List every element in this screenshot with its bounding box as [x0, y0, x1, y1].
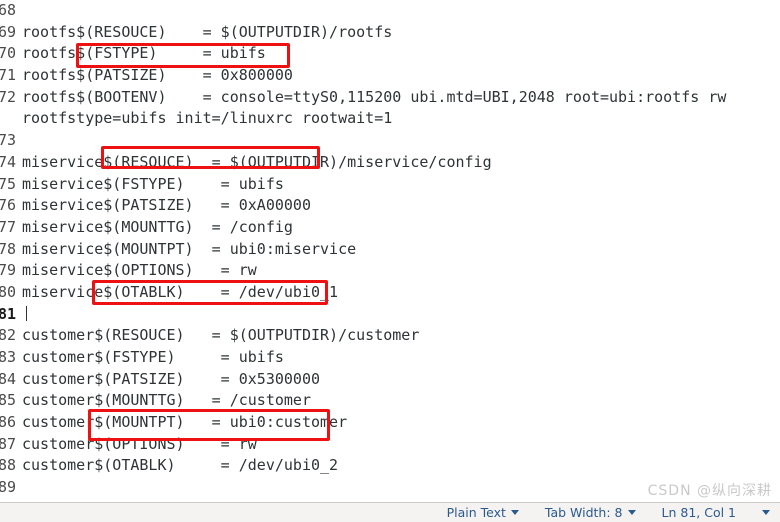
- code-line-text: rootfstype=ubifs init=/linuxrc rootwait=…: [22, 109, 393, 128]
- code-line[interactable]: 73: [0, 130, 780, 152]
- code-line-text: customer$(MOUNTPT) = ubi0:customer: [22, 413, 348, 432]
- code-line-text: miservice$(OPTIONS) = rw: [22, 261, 257, 280]
- code-line[interactable]: 68: [0, 0, 780, 22]
- code-line-list: 68 69 rootfs$(RESOUCE) = $(OUTPUTDIR)/root…: [0, 0, 780, 502]
- code-line[interactable]: 85 customer$(MOUNTTG) = /customer: [0, 390, 780, 412]
- code-line-text: miservice$(PATSIZE) = 0xA00000: [22, 196, 311, 215]
- code-line[interactable]: 70 rootfs$(FSTYPE) = ubifs: [0, 43, 780, 65]
- tab-width-selector[interactable]: Tab Width: 8: [545, 505, 636, 520]
- code-line[interactable]: rootfstype=ubifs init=/linuxrc rootwait=…: [0, 108, 780, 130]
- line-number: 86: [0, 413, 16, 432]
- code-line[interactable]: 87 customer$(OPTIONS) = rw: [0, 434, 780, 456]
- code-line-text: customer$(RESOUCE) = $(OUTPUTDIR)/custom…: [22, 326, 420, 345]
- status-bar: Plain Text Tab Width: 8 Ln 81, Col 1: [0, 502, 780, 522]
- code-line[interactable]: 71 rootfs$(PATSIZE) = 0x800000: [0, 65, 780, 87]
- cursor-position-label: Ln 81, Col 1: [661, 505, 737, 520]
- code-editor-area[interactable]: 68 69 rootfs$(RESOUCE) = $(OUTPUTDIR)/root…: [0, 0, 780, 502]
- code-line[interactable]: 82 customer$(RESOUCE) = $(OUTPUTDIR)/cust…: [0, 325, 780, 347]
- code-line-text: miservice$(RESOUCE) = $(OUTPUTDIR)/miser…: [22, 152, 492, 171]
- code-line-text: customer$(OTABLK) = /dev/ubi0_2: [22, 456, 339, 475]
- line-number: 72: [0, 87, 16, 106]
- code-line-text: customer$(PATSIZE) = 0x5300000: [22, 369, 321, 388]
- line-number: 73: [0, 131, 16, 150]
- code-line[interactable]: 72 rootfs$(BOOTENV) = console=ttyS0,11520…: [0, 87, 780, 109]
- code-line[interactable]: 78 miservice$(MOUNTPT) = ubi0:miservice: [0, 239, 780, 261]
- line-number: 89: [0, 478, 16, 497]
- language-selector[interactable]: Plain Text: [447, 505, 519, 520]
- code-line-text: customer$(FSTYPE) = ubifs: [22, 348, 284, 366]
- code-line-text: rootfs$(PATSIZE) = 0x800000: [22, 66, 293, 85]
- line-number: 83: [0, 348, 16, 366]
- line-number: 71: [0, 66, 16, 85]
- line-number: 80: [0, 282, 16, 301]
- code-line-text: customer$(MOUNTTG) = /customer: [22, 391, 311, 410]
- code-line-text: miservice$(FSTYPE) = ubifs: [22, 174, 284, 193]
- code-line-text: rootfs$(FSTYPE) = ubifs: [22, 44, 266, 63]
- line-number: 79: [0, 261, 16, 280]
- line-number: 78: [0, 239, 16, 258]
- line-number: 74: [0, 152, 16, 171]
- text-editor-window: 68 69 rootfs$(RESOUCE) = $(OUTPUTDIR)/root…: [0, 0, 780, 522]
- line-number: 84: [0, 369, 16, 388]
- code-line[interactable]: 80 miservice$(OTABLK) = /dev/ubi0_1: [0, 282, 780, 304]
- line-number: 87: [0, 434, 16, 453]
- code-line[interactable]: 76 miservice$(PATSIZE) = 0xA00000: [0, 195, 780, 217]
- code-line[interactable]: 86 customer$(MOUNTPT) = ubi0:customer: [0, 412, 780, 434]
- code-line[interactable]: 69 rootfs$(RESOUCE) = $(OUTPUTDIR)/rootfs: [0, 22, 780, 44]
- line-number: 81: [0, 304, 16, 323]
- tab-width-label: Tab Width: 8: [544, 505, 623, 520]
- text-cursor: [26, 305, 27, 321]
- line-number: 88: [0, 456, 16, 475]
- code-line[interactable]: 84 customer$(PATSIZE) = 0x5300000: [0, 369, 780, 391]
- code-line[interactable]: 79 miservice$(OPTIONS) = rw: [0, 260, 780, 282]
- csdn-watermark: CSDN @纵向深耕: [647, 483, 772, 499]
- code-line[interactable]: 81: [0, 304, 780, 326]
- line-number: 68: [0, 1, 16, 19]
- code-line-text: miservice$(MOUNTTG) = /config: [22, 217, 293, 236]
- language-label: Plain Text: [446, 505, 506, 520]
- chevron-down-icon: [627, 510, 636, 515]
- code-line-text: miservice$(OTABLK) = /dev/ubi0_1: [22, 282, 339, 301]
- code-line[interactable]: 74 miservice$(RESOUCE) = $(OUTPUTDIR)/mis…: [0, 152, 780, 174]
- code-line-text: miservice$(MOUNTPT) = ubi0:miservice: [22, 239, 357, 258]
- chevron-down-icon: [510, 510, 519, 515]
- line-number: 82: [0, 326, 16, 345]
- code-line-text: customer$(OPTIONS) = rw: [22, 434, 257, 453]
- code-line[interactable]: 77 miservice$(MOUNTTG) = /config: [0, 217, 780, 239]
- code-line[interactable]: 83 customer$(FSTYPE) = ubifs: [0, 347, 780, 369]
- code-line-text: rootfs$(BOOTENV) = console=ttyS0,115200 …: [22, 87, 727, 106]
- line-number: 75: [0, 174, 16, 193]
- line-number: 85: [0, 391, 16, 410]
- line-number: 76: [0, 196, 16, 215]
- chevron-down-icon: [762, 510, 770, 515]
- cursor-position-selector[interactable]: Ln 81, Col 1: [661, 505, 770, 520]
- line-number: 77: [0, 217, 16, 236]
- line-number: 69: [0, 22, 16, 41]
- line-number: 70: [0, 44, 16, 63]
- code-line-text: rootfs$(RESOUCE) = $(OUTPUTDIR)/rootfs: [22, 22, 393, 41]
- code-line[interactable]: 88 customer$(OTABLK) = /dev/ubi0_2: [0, 455, 780, 477]
- code-line[interactable]: 75 miservice$(FSTYPE) = ubifs: [0, 174, 780, 196]
